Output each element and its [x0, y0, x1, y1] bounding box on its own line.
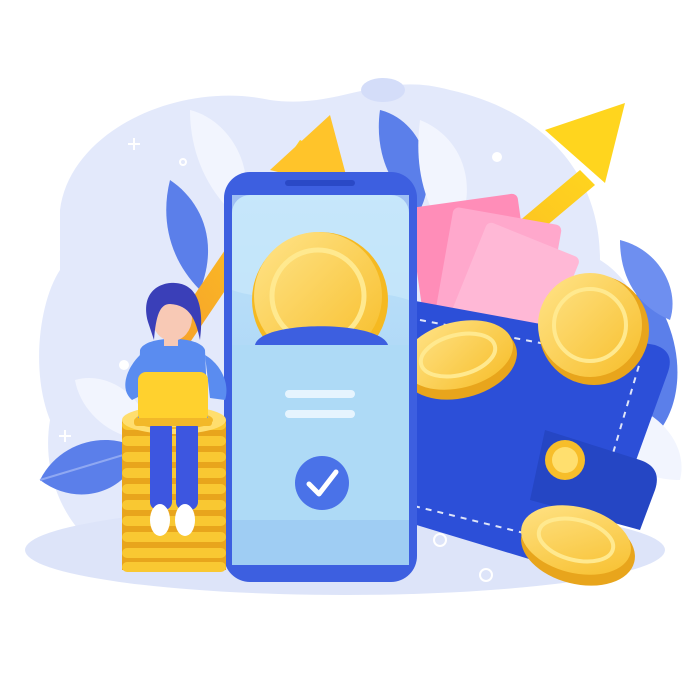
laptop — [138, 372, 208, 422]
phone-speaker — [285, 180, 355, 186]
coin-stack — [122, 406, 226, 572]
smartphone — [224, 172, 417, 582]
screen-text-line-2 — [285, 410, 355, 418]
screen-text-line-1 — [285, 390, 355, 398]
cloud-blob — [361, 78, 405, 102]
coin-icon — [538, 273, 649, 385]
payment-illustration — [0, 0, 700, 700]
check-icon — [295, 456, 349, 510]
